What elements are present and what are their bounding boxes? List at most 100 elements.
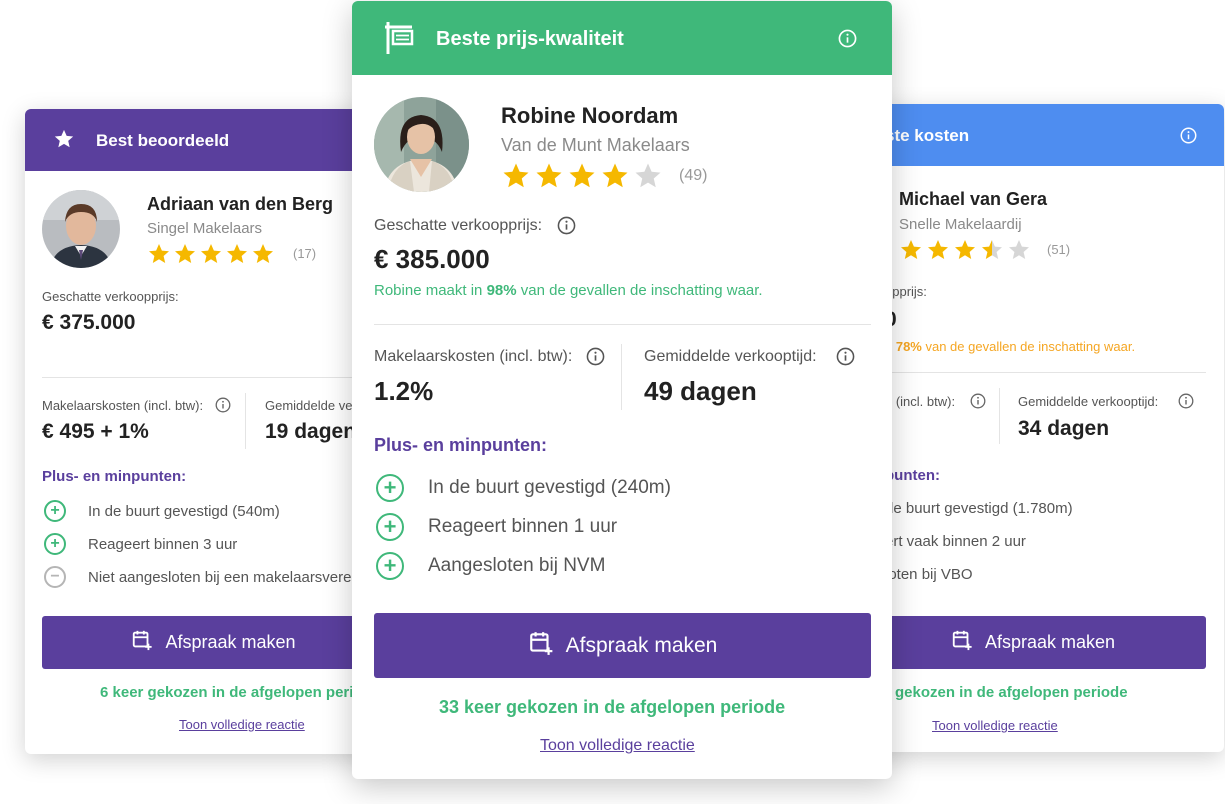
list-item: + Reageert binnen 3 uur xyxy=(44,533,237,555)
pros-cons-title: Plus- en minpunten: xyxy=(42,468,187,485)
sign-icon xyxy=(384,21,414,60)
sale-time: 34 dagen xyxy=(1018,417,1110,440)
broker-costs: 1.2% xyxy=(374,376,434,406)
star-icon xyxy=(600,161,630,196)
star-icon xyxy=(225,242,249,271)
star-icon xyxy=(980,238,1004,267)
star-icon xyxy=(534,161,564,196)
price-label: Geschatte verkoopprijs: xyxy=(42,289,179,304)
list-item: loten bij VBO xyxy=(885,566,973,583)
sale-time: 49 dagen xyxy=(644,376,757,406)
plus-circle-icon: + xyxy=(44,533,66,555)
list-item: + In de buurt gevestigd (240m) xyxy=(376,474,671,502)
info-icon[interactable] xyxy=(838,29,857,53)
list-item-text: Reageert binnen 3 uur xyxy=(88,535,238,553)
broker-costs: € 495 + 1% xyxy=(42,420,149,443)
card-header-title: Beste prijs-kwaliteit xyxy=(436,28,624,50)
calendar-icon xyxy=(528,630,554,662)
plus-circle-icon: + xyxy=(376,552,404,580)
make-appointment-button[interactable]: Afspraak maken xyxy=(42,616,385,669)
avatar xyxy=(374,97,469,192)
sale-time: 19 dagen xyxy=(265,420,357,443)
show-full-response-link[interactable]: Toon volledige reactie xyxy=(179,717,305,732)
button-label: Afspraak maken xyxy=(165,632,296,652)
list-item-text: de buurt gevestigd (1.780m) xyxy=(885,500,1073,517)
make-appointment-button[interactable]: Afspraak maken xyxy=(860,616,1206,669)
list-item: − Niet aangesloten bij een makelaarsveren… xyxy=(44,566,385,588)
star-icon xyxy=(199,242,223,271)
info-icon[interactable] xyxy=(836,347,855,371)
calendar-icon xyxy=(131,629,153,656)
time-label: Gemiddelde verkooptijd: xyxy=(644,348,817,365)
estimated-price: € 385.000 xyxy=(374,244,490,274)
list-item-text: Aangesloten bij NVM xyxy=(428,555,606,576)
star-icon xyxy=(251,242,275,271)
agency-name: Snelle Makelaardij xyxy=(899,216,1022,233)
list-item: ert vaak binnen 2 uur xyxy=(885,533,1026,550)
costs-label: Makelaarskosten (incl. btw): xyxy=(374,348,573,365)
show-full-response-link[interactable]: Toon volledige reactie xyxy=(932,718,1058,733)
list-item-text: ert vaak binnen 2 uur xyxy=(885,533,1026,550)
divider xyxy=(621,344,622,410)
make-appointment-button[interactable]: Afspraak maken xyxy=(374,613,871,678)
info-icon[interactable] xyxy=(1180,127,1197,149)
pros-cons-title: Plus- en minpunten: xyxy=(374,435,547,455)
divider xyxy=(245,393,246,449)
star-icon xyxy=(953,238,977,267)
agency-name: Van de Munt Makelaars xyxy=(501,135,690,155)
pros-cons-title: punten: xyxy=(885,467,940,484)
time-label: Gemiddelde verkooptijd: xyxy=(1018,394,1159,409)
card-header-title: ste kosten xyxy=(885,126,970,145)
review-count: (51) xyxy=(1047,242,1071,257)
star-icon xyxy=(53,128,75,155)
card-header: Best beoordeeld xyxy=(25,109,385,171)
star-icon xyxy=(1007,238,1031,267)
price-label: Geschatte verkoopprijs: xyxy=(374,217,543,234)
list-item-text: In de buurt gevestigd (540m) xyxy=(88,502,280,520)
list-item-text: loten bij VBO xyxy=(885,566,973,583)
divider xyxy=(42,377,385,378)
agent-name: Adriaan van den Berg xyxy=(147,194,334,214)
star-icon xyxy=(173,242,197,271)
list-item-text: In de buurt gevestigd (240m) xyxy=(428,477,671,498)
agent-name: Robine Noordam xyxy=(501,103,679,128)
times-chosen: 33 keer gekozen in de afgelopen periode xyxy=(439,697,786,717)
minus-circle-icon: − xyxy=(44,566,66,588)
list-item: + Reageert binnen 1 uur xyxy=(376,513,617,541)
plus-circle-icon: + xyxy=(376,513,404,541)
times-chosen: 6 keer gekozen in de afgelopen periode xyxy=(100,684,381,701)
divider xyxy=(374,324,871,325)
star-icon xyxy=(633,161,663,196)
show-full-response-link[interactable]: Toon volledige reactie xyxy=(540,737,695,755)
button-label: Afspraak maken xyxy=(565,633,718,657)
avatar xyxy=(42,190,120,268)
rating-stars xyxy=(147,242,277,271)
list-item: + Aangesloten bij NVM xyxy=(376,552,605,580)
info-icon[interactable] xyxy=(215,397,231,418)
star-icon xyxy=(926,238,950,267)
info-icon[interactable] xyxy=(586,347,605,371)
agent-name: Michael van Gera xyxy=(899,189,1048,209)
times-chosen: r gekozen in de afgelopen periode xyxy=(885,684,1128,701)
info-icon[interactable] xyxy=(557,216,576,240)
star-icon xyxy=(147,242,171,271)
review-count: (17) xyxy=(293,246,317,261)
plus-circle-icon: + xyxy=(44,500,66,522)
rating-stars xyxy=(501,161,666,196)
calendar-icon xyxy=(951,629,973,656)
star-icon xyxy=(501,161,531,196)
rating-stars xyxy=(899,238,1034,267)
accuracy-text: Robine maakt in 98% van de gevallen de i… xyxy=(374,282,763,299)
list-item-text: Niet aangesloten bij een makelaarsvereni… xyxy=(88,568,385,586)
review-count: (49) xyxy=(679,167,708,184)
list-item-text: Reageert binnen 1 uur xyxy=(428,516,618,537)
info-icon[interactable] xyxy=(1178,393,1194,414)
list-item: + In de buurt gevestigd (540m) xyxy=(44,500,280,522)
plus-circle-icon: + xyxy=(376,474,404,502)
list-item: de buurt gevestigd (1.780m) xyxy=(885,500,1073,517)
info-icon[interactable] xyxy=(970,393,986,414)
divider xyxy=(860,372,1206,373)
card-header: ste kosten xyxy=(860,104,1224,166)
card-header: Beste prijs-kwaliteit xyxy=(352,1,892,75)
agent-card-best-value: Beste prijs-kwaliteit Robine Noordam Van… xyxy=(352,1,892,779)
